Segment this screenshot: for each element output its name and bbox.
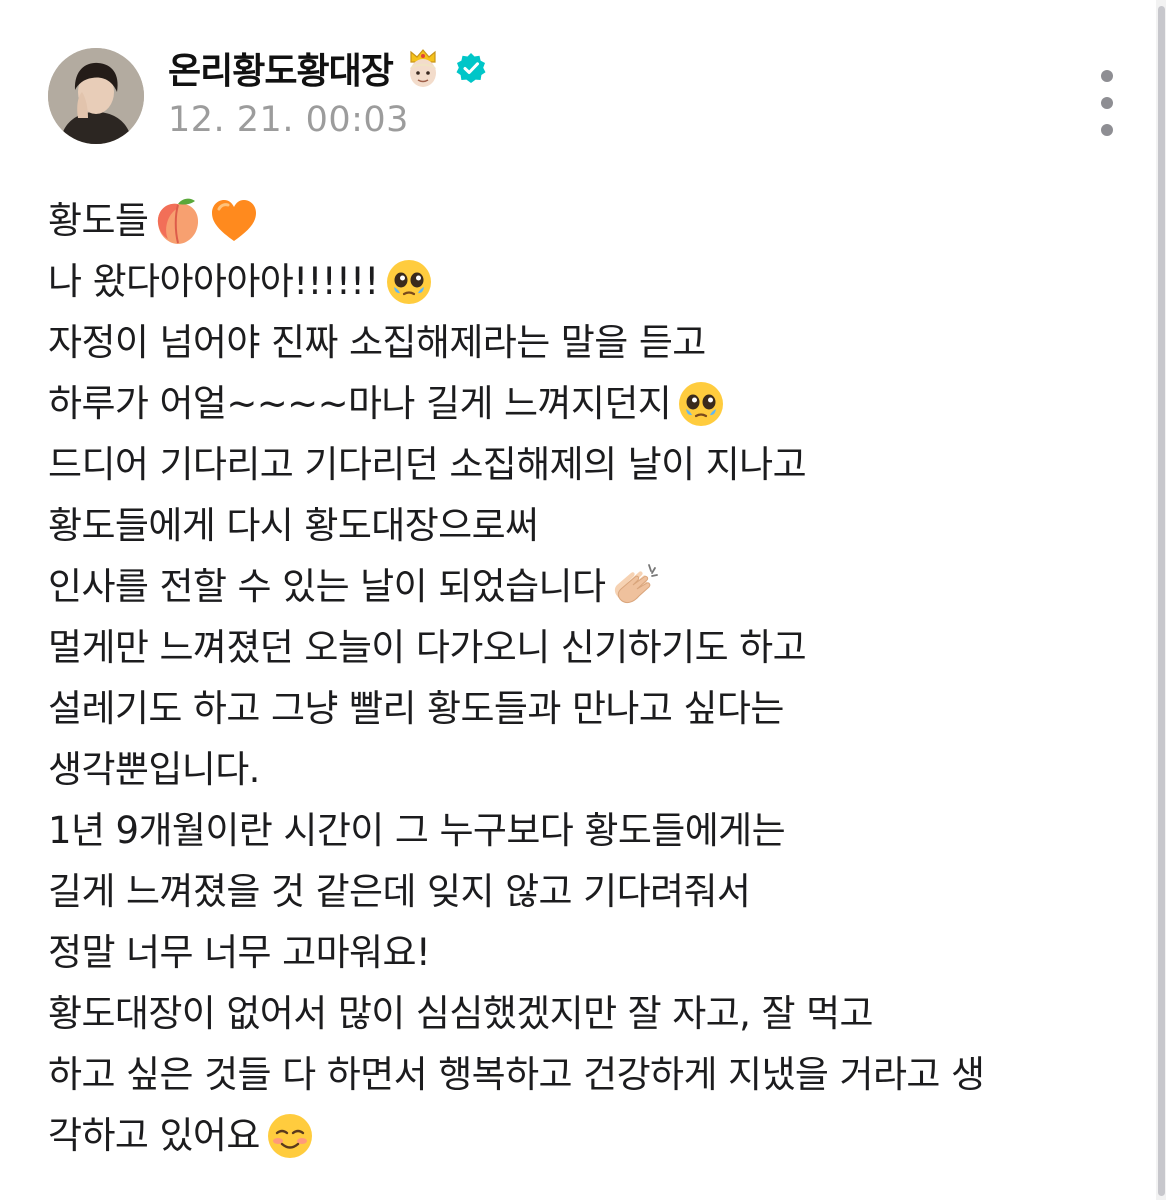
crown-emoji-icon xyxy=(403,47,443,89)
post-line: 생각뿐입니다. xyxy=(48,739,1128,800)
post-line-text: 드디어 기다리고 기다리던 소집해제의 날이 지나고 xyxy=(48,443,807,486)
more-vertical-icon xyxy=(1101,70,1113,82)
post-line-text: 하루가 어얼~~~~마나 길게 느껴지던지 xyxy=(48,382,672,425)
post-line: 멀게만 느껴졌던 오늘이 다가오니 신기하기도 하고 xyxy=(48,617,1128,678)
peach-emoji-icon xyxy=(152,195,204,247)
author-name[interactable]: 온리황도황대장 xyxy=(168,42,394,94)
post-line: 인사를 전할 수 있는 날이 되었습니다 xyxy=(48,556,1128,617)
post-line: 황도들 xyxy=(48,190,1128,251)
post-timestamp: 12. 21. 00:03 xyxy=(168,100,409,140)
post-line-text: 생각뿐입니다. xyxy=(48,748,260,791)
post-line-text: 황도대장이 없어서 많이 심심했겠지만 잘 자고, 잘 먹고 xyxy=(48,992,874,1035)
clapping-hands-icon xyxy=(609,561,661,613)
post-line-text: 황도들 xyxy=(48,199,149,242)
scrollbar-thumb[interactable] xyxy=(1158,6,1165,1196)
post-line-text: 나 왔다아아아아!!!!!! xyxy=(48,260,379,303)
more-vertical-icon xyxy=(1101,97,1113,109)
pleading-face-icon xyxy=(675,378,727,430)
post-screen: 온리황도황대장 12. 21. 00:03 황도들 나 왔다아아아아!!!!!!… xyxy=(0,0,1166,1200)
post-line: 황도들에게 다시 황도대장으로써 xyxy=(48,495,1128,556)
more-vertical-icon xyxy=(1101,124,1113,136)
scrollbar[interactable] xyxy=(1156,0,1166,1200)
post-line-text: 황도들에게 다시 황도대장으로써 xyxy=(48,504,539,547)
post-line-text: 각하고 있어요 xyxy=(48,1114,260,1157)
post-line: 드디어 기다리고 기다리던 소집해제의 날이 지나고 xyxy=(48,434,1128,495)
verified-badge-icon xyxy=(455,52,487,84)
post-header: 온리황도황대장 12. 21. 00:03 xyxy=(46,44,1126,148)
post-line-text: 정말 너무 너무 고마워요! xyxy=(48,931,431,974)
post-line: 길게 느껴졌을 것 같은데 잊지 않고 기다려줘서 xyxy=(48,861,1128,922)
post-line: 하루가 어얼~~~~마나 길게 느껴지던지 xyxy=(48,373,1128,434)
post-line: 자정이 넘어야 진짜 소집해제라는 말을 듣고 xyxy=(48,312,1128,373)
avatar-photo xyxy=(48,48,144,144)
post-line-text: 하고 싶은 것들 다 하면서 행복하고 건강하게 지냈을 거라고 생 xyxy=(48,1053,985,1096)
post-line-text: 1년 9개월이란 시간이 그 누구보다 황도들에게는 xyxy=(48,809,786,852)
post-line: 각하고 있어요 xyxy=(48,1105,1128,1166)
post-line: 정말 너무 너무 고마워요! xyxy=(48,922,1128,983)
post-line-text: 멀게만 느껴졌던 오늘이 다가오니 신기하기도 하고 xyxy=(48,626,807,669)
post-line-text: 인사를 전할 수 있는 날이 되었습니다 xyxy=(48,565,606,608)
author-name-row: 온리황도황대장 xyxy=(168,44,487,92)
post-body: 황도들 나 왔다아아아아!!!!!! 자정이 넘어야 진짜 소집해제라는 말을 … xyxy=(48,190,1128,1166)
post-line: 황도대장이 없어서 많이 심심했겠지만 잘 자고, 잘 먹고 xyxy=(48,983,1128,1044)
post-line-text: 길게 느껴졌을 것 같은데 잊지 않고 기다려줘서 xyxy=(48,870,751,913)
post-line: 하고 싶은 것들 다 하면서 행복하고 건강하게 지냈을 거라고 생 xyxy=(48,1044,1128,1105)
orange-heart-icon xyxy=(208,195,260,247)
author-avatar[interactable] xyxy=(48,48,144,144)
post-line: 설레기도 하고 그냥 빨리 황도들과 만나고 싶다는 xyxy=(48,678,1128,739)
post-line-text: 자정이 넘어야 진짜 소집해제라는 말을 듣고 xyxy=(48,321,706,364)
smiling-face-icon xyxy=(264,1110,316,1162)
pleading-face-icon xyxy=(383,256,435,308)
post-line-text: 설레기도 하고 그냥 빨리 황도들과 만나고 싶다는 xyxy=(48,687,784,730)
post-line: 나 왔다아아아아!!!!!! xyxy=(48,251,1128,312)
post-line: 1년 9개월이란 시간이 그 누구보다 황도들에게는 xyxy=(48,800,1128,861)
more-options-button[interactable] xyxy=(1092,70,1122,136)
